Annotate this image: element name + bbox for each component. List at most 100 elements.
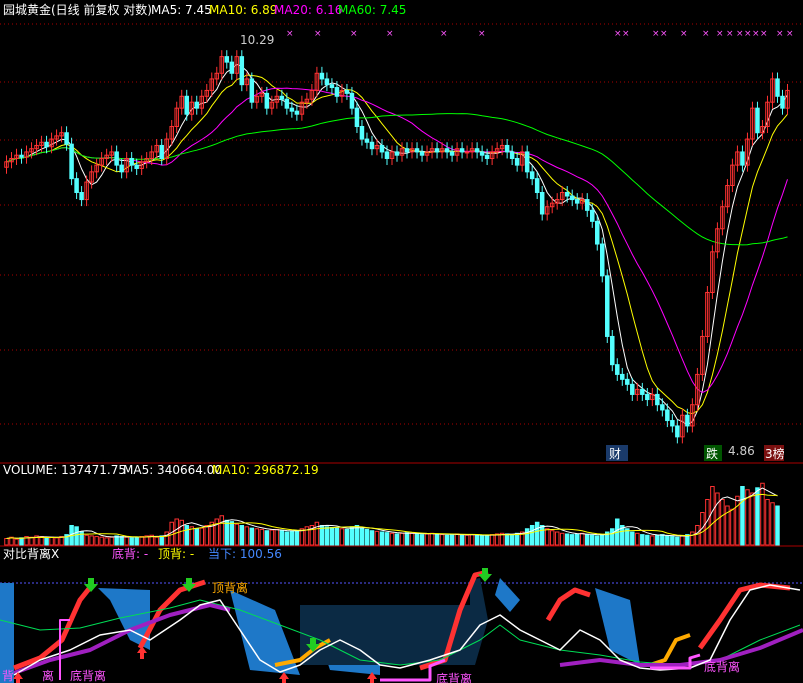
candle-body	[514, 157, 520, 166]
volume-bar	[84, 534, 89, 546]
top-divergence-label: 顶背: -	[158, 547, 194, 561]
volume-bar	[194, 528, 199, 546]
volume-bar	[720, 499, 725, 546]
volume-bar	[524, 528, 530, 546]
volume-bar	[775, 505, 780, 546]
volume-bar	[349, 526, 355, 546]
volume-bar	[129, 537, 134, 546]
volume-bar	[164, 531, 169, 546]
marker-cross: ×	[286, 29, 294, 39]
candle-body	[665, 409, 670, 422]
up-arrow-marker	[137, 646, 147, 659]
candle-body	[479, 151, 485, 156]
candle-body	[119, 164, 124, 173]
volume-bar	[284, 531, 290, 546]
volume-bar	[359, 527, 365, 546]
volume-bar	[324, 526, 330, 546]
candle-body	[600, 243, 605, 277]
volume-bar	[549, 530, 555, 546]
volume-bar	[454, 533, 460, 546]
stock-chart[interactable]: × × × × × × × × × × × × × × × × × × × × 园城黄金(日线 前复权 对数) MA5…	[0, 0, 803, 683]
volume-bar	[124, 536, 129, 546]
marker-cross: ×	[350, 29, 358, 39]
candle-body	[780, 95, 785, 109]
candle-body	[229, 61, 235, 74]
candle-body	[615, 364, 620, 375]
candle-body	[775, 78, 780, 97]
volume-bar	[675, 536, 680, 546]
candle-body	[359, 125, 365, 140]
candle-body	[224, 56, 230, 63]
volume-bar	[635, 532, 640, 546]
candle-body	[740, 151, 745, 166]
volume-bar	[630, 531, 635, 546]
candle-body	[459, 148, 465, 153]
candle-body	[194, 101, 199, 109]
volume-bar	[399, 532, 405, 546]
volume-bar	[289, 530, 295, 546]
price-grid	[0, 23, 803, 425]
left-cut-label-2: 离	[42, 668, 54, 683]
top-divergence-tag: 顶背离	[212, 580, 248, 595]
marker-cross: ×	[736, 29, 744, 39]
volume-bar	[179, 519, 184, 546]
candle-body	[434, 148, 440, 153]
volume-bar	[569, 534, 575, 546]
candle-body	[755, 107, 760, 134]
candle-body	[414, 148, 420, 153]
candle-body	[584, 199, 590, 211]
volume-bar	[94, 536, 99, 546]
volume-bar	[154, 536, 159, 546]
marker-cross: ×	[614, 29, 622, 39]
volume-bar	[409, 532, 415, 546]
volume-bar	[249, 527, 255, 546]
volume-bar	[49, 536, 54, 546]
volume-bar	[74, 526, 79, 546]
volume-bar	[424, 533, 430, 546]
volume-bar	[224, 519, 230, 546]
volume-bar	[534, 521, 540, 546]
candle-body	[529, 171, 535, 180]
volume-bar	[54, 537, 59, 546]
candle-body	[504, 144, 510, 153]
candle-body	[159, 144, 164, 159]
volume-bar	[655, 534, 660, 546]
candle-body	[329, 84, 335, 89]
candle-body	[284, 98, 290, 109]
volume-bar	[279, 530, 285, 546]
marker-cross: ×	[702, 29, 710, 39]
marker-cross: ×	[680, 29, 688, 39]
candle-body	[660, 404, 665, 411]
volume-bar	[574, 533, 580, 546]
candle-body	[630, 383, 635, 395]
volume-bar	[384, 532, 390, 546]
candle-body	[404, 148, 410, 153]
candle-body	[605, 275, 610, 337]
volume-bar	[670, 536, 675, 546]
volume-bar	[414, 533, 420, 546]
volume-bar	[44, 538, 49, 546]
volume-bar	[434, 533, 440, 546]
candle-body	[344, 89, 350, 94]
indicator-dark-area	[470, 578, 488, 665]
bottom-divergence-tag-1: 底背离	[70, 668, 106, 683]
fin-tag: 财	[609, 447, 621, 461]
volume-bars	[4, 482, 780, 546]
volume-bar	[514, 532, 520, 546]
volume-bar	[650, 535, 655, 546]
volume-bar	[159, 535, 164, 546]
volume-bar	[539, 525, 545, 546]
volume-bar	[219, 515, 225, 546]
volume-bar	[239, 525, 245, 546]
volume-bar	[600, 534, 605, 546]
candle-body	[44, 141, 49, 148]
volume-bar	[109, 536, 114, 546]
candle-body	[449, 151, 455, 156]
volume-bar	[660, 534, 665, 546]
volume-bar	[610, 528, 615, 546]
candle-body	[264, 92, 270, 109]
candle-body	[589, 209, 595, 222]
candle-body	[675, 425, 680, 438]
candle-body	[249, 78, 255, 103]
candle-body	[394, 151, 400, 156]
